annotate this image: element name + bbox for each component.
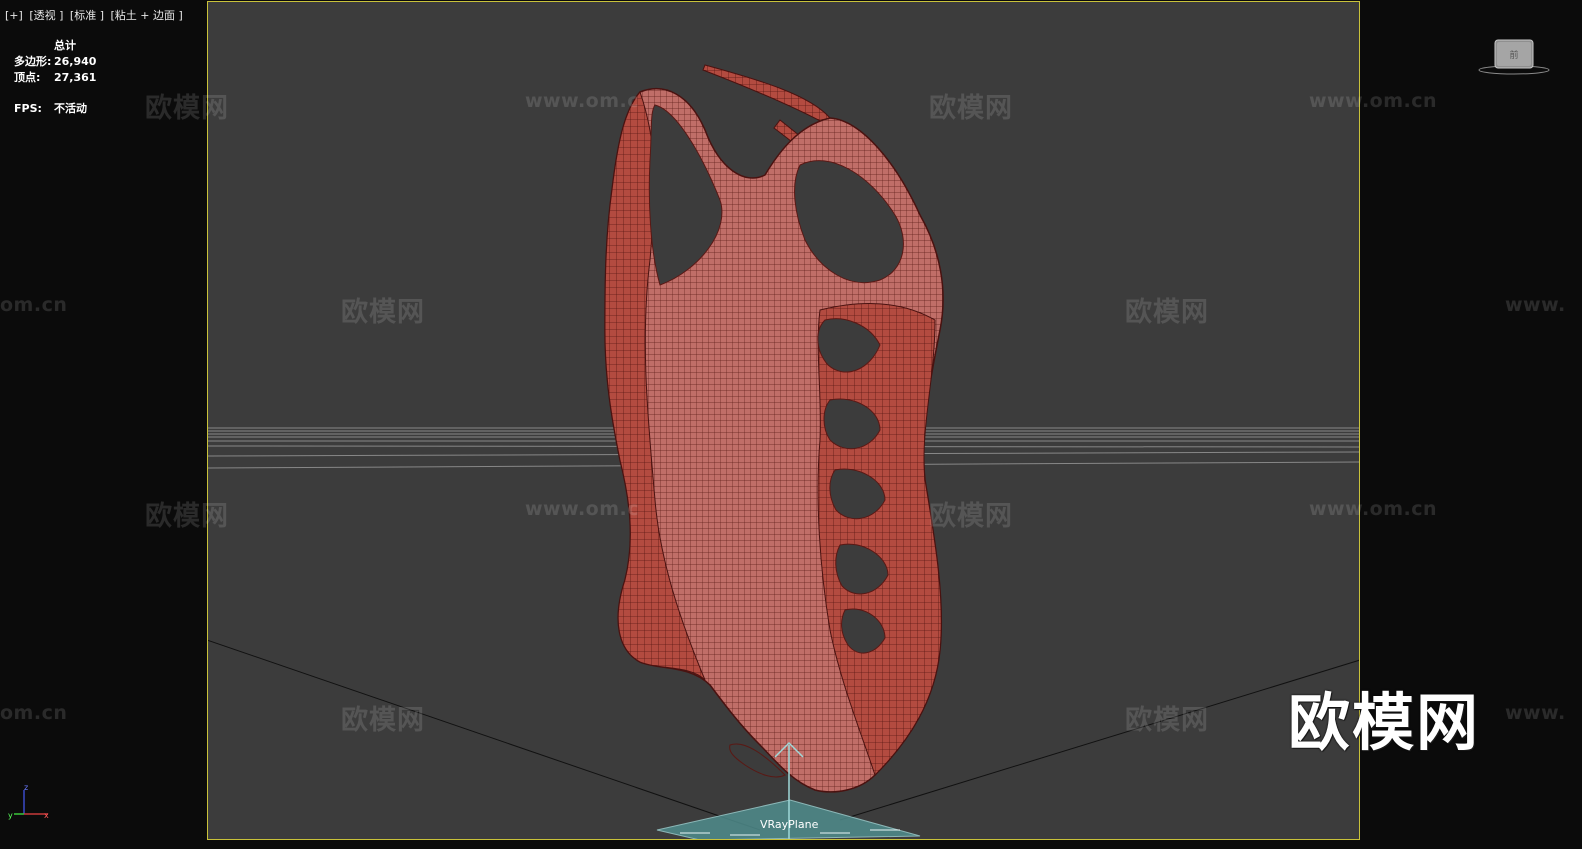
axis-z-label: z <box>24 784 28 792</box>
viewport[interactable]: [+] [透视 ] [标准 ] [粘土 + 边面 ] 总计 多边形: 26,940… <box>0 0 1582 849</box>
watermark-brand: 欧模网 <box>929 93 1013 124</box>
watermark-brand: 欧模网 <box>1125 705 1209 736</box>
watermark-url: www.om.c <box>525 90 639 112</box>
watermark-url: www.om.cn <box>1309 90 1438 112</box>
statistics-overlay: 总计 多边形: 26,940 顶点: 27,361 FPS: 不活动 <box>14 38 96 117</box>
viewport-view-menu[interactable]: [透视 ] <box>29 9 63 22</box>
watermark-url: www.om.cn <box>1309 498 1438 520</box>
object-label: VRayPlane <box>760 818 819 831</box>
watermark-brand: 欧模网 <box>1125 297 1209 328</box>
viewcube-icon[interactable]: 前 <box>1478 36 1550 78</box>
watermark-brand: 欧模网 <box>341 297 425 328</box>
axis-y-label: y <box>8 811 13 820</box>
verts-label: 顶点: <box>14 71 41 84</box>
fps-label: FPS: <box>14 102 42 115</box>
axis-tripod-icon: z x y <box>8 784 49 820</box>
swimsuit-mesh[interactable] <box>604 64 944 793</box>
viewport-label-menu[interactable]: [+] [透视 ] [标准 ] [粘土 + 边面 ] <box>5 7 186 23</box>
corner-brand-logo: 欧模网 <box>1288 686 1481 759</box>
polys-value: 26,940 <box>54 55 97 68</box>
viewport-standard-menu[interactable]: [标准 ] <box>70 9 104 22</box>
verts-value: 27,361 <box>54 71 97 84</box>
axis-x-label: x <box>44 811 49 820</box>
watermark-url: om.cn <box>0 702 68 724</box>
watermark-brand: 欧模网 <box>341 705 425 736</box>
watermark-url: www.om.c <box>525 498 639 520</box>
viewport-shading-menu[interactable]: [粘土 + 边面 ] <box>111 9 183 22</box>
polys-label: 多边形: <box>14 55 52 68</box>
fps-value: 不活动 <box>54 102 87 115</box>
viewport-plus-menu[interactable]: [+] <box>5 9 23 22</box>
watermark-url: www. <box>1505 294 1566 316</box>
watermark-url: www. <box>1505 702 1566 724</box>
watermark-url: om.cn <box>0 294 68 316</box>
watermark-brand: 欧模网 <box>145 93 229 124</box>
viewcube-face-label: 前 <box>1509 49 1518 61</box>
watermark-brand: 欧模网 <box>145 501 229 532</box>
stats-header: 总计 <box>54 39 76 52</box>
watermark-brand: 欧模网 <box>929 501 1013 532</box>
